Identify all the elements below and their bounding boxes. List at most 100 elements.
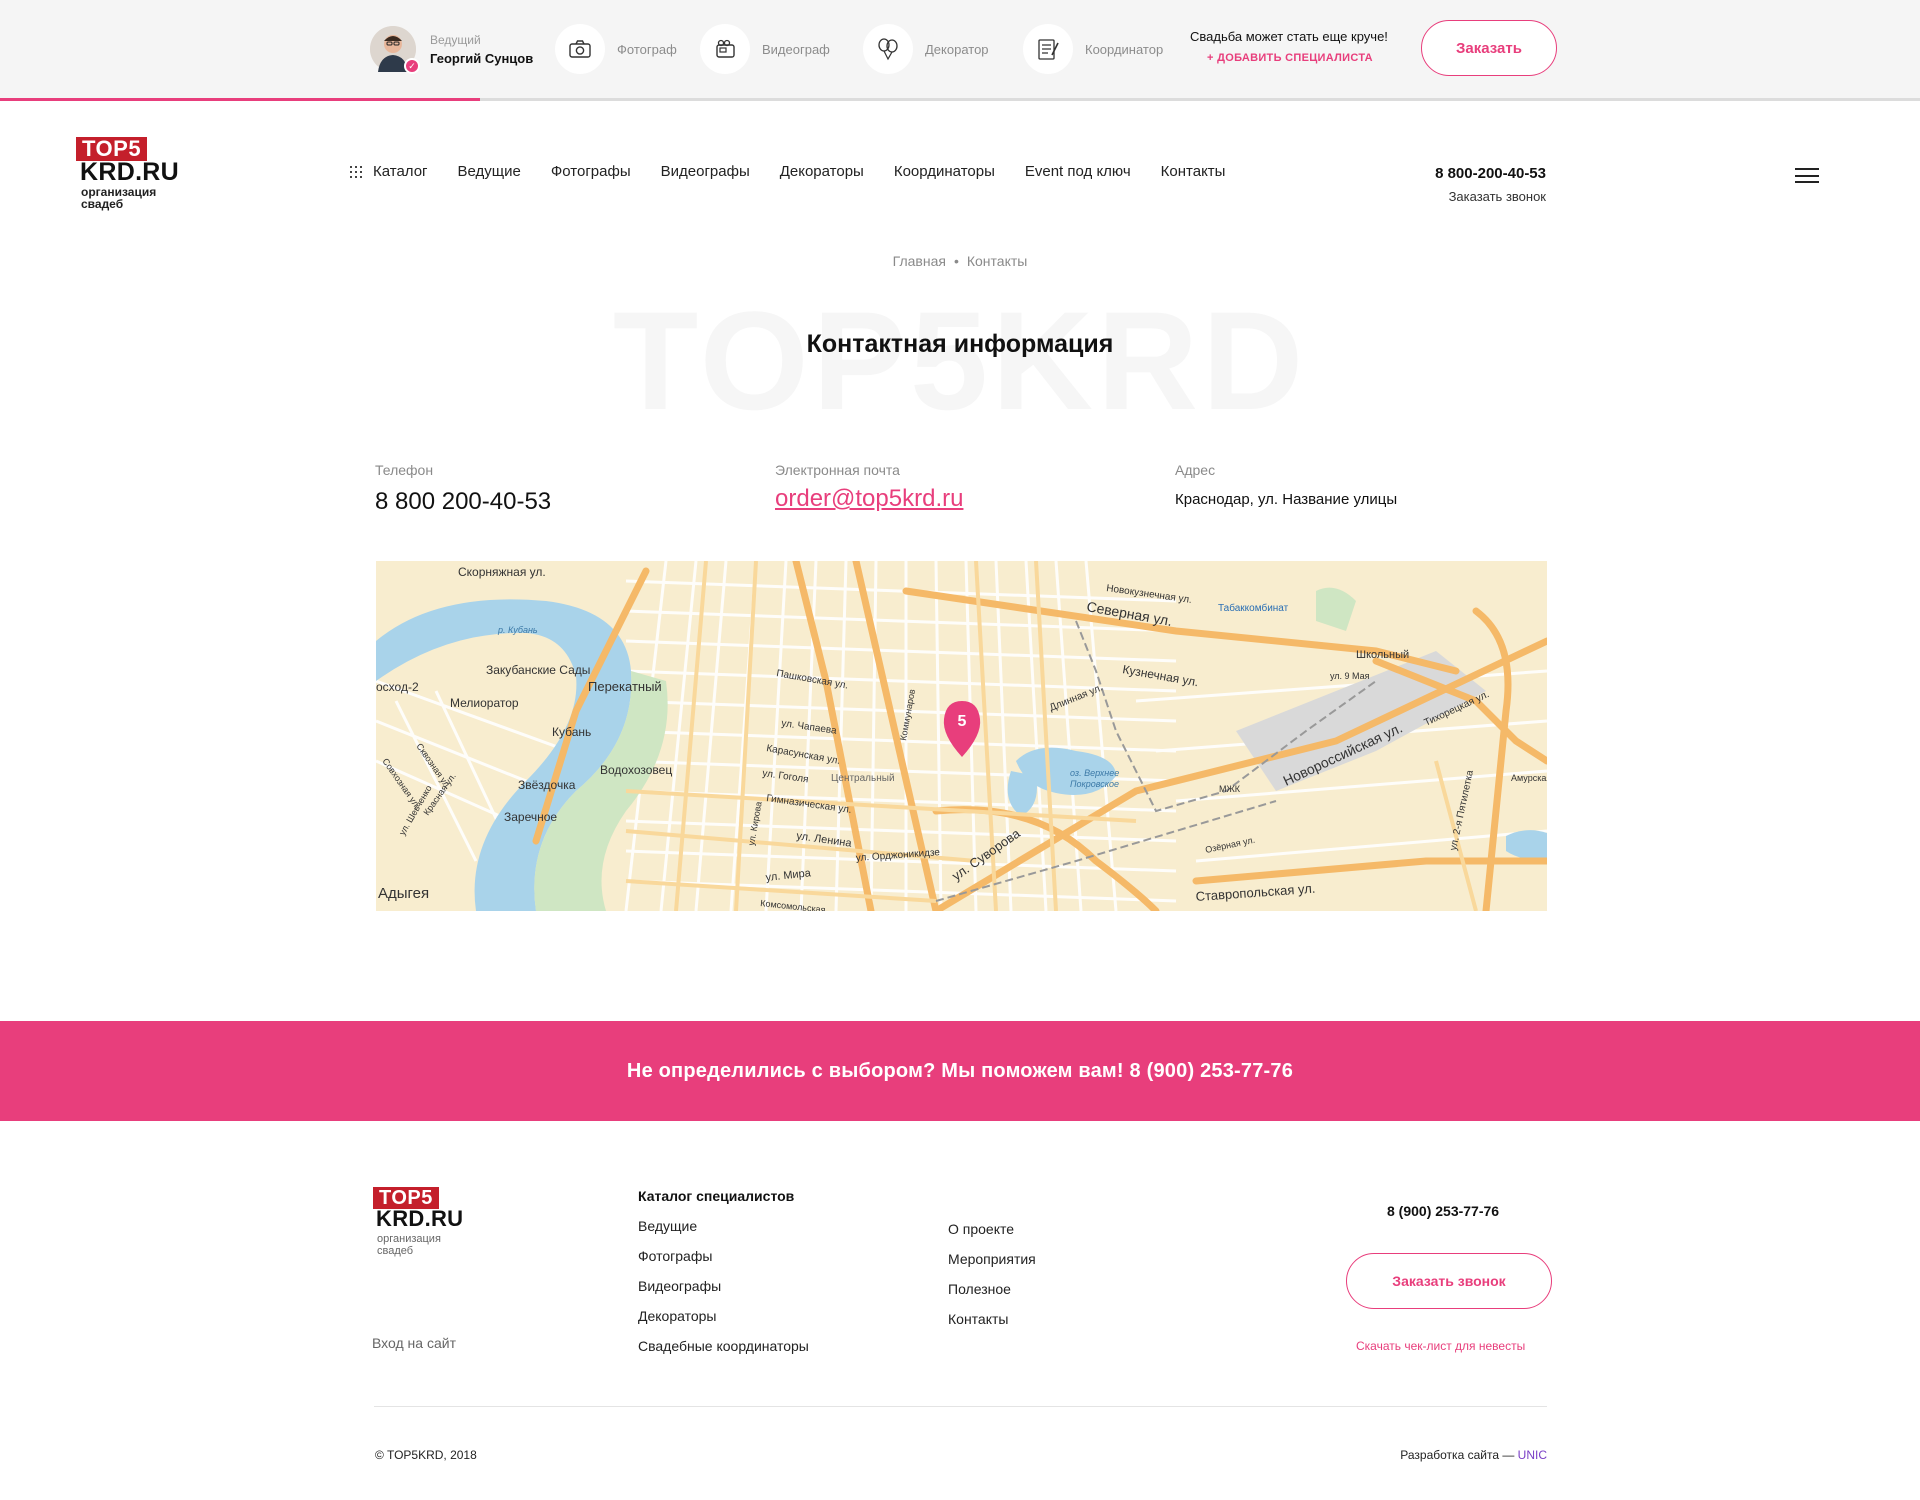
nav-item-videographers[interactable]: Видеографы — [661, 163, 750, 180]
map-label: Комсомольская — [760, 898, 826, 911]
video-camera-icon — [700, 24, 750, 74]
map-label: Закубанские Сады — [486, 663, 590, 677]
map-label: Покровское — [1070, 779, 1119, 789]
host-avatar: ✓ — [370, 26, 420, 74]
host-name: Георгий Сунцов — [430, 50, 534, 66]
nav-item-contacts[interactable]: Контакты — [1161, 163, 1226, 180]
balloons-icon — [863, 24, 913, 74]
grid-icon — [350, 165, 362, 178]
footer-link-events[interactable]: Мероприятия — [948, 1251, 1036, 1267]
menu-icon[interactable] — [1795, 168, 1819, 183]
add-decorator[interactable]: Декоратор — [863, 24, 989, 74]
add-photographer[interactable]: Фотограф — [555, 24, 677, 74]
footer-catalog-title: Каталог специалистов — [638, 1188, 795, 1204]
map-label: Ставропольская ул. — [1195, 881, 1316, 904]
add-specialist-link[interactable]: + ДОБАВИТЬ СПЕЦИАЛИСТА — [1207, 52, 1373, 64]
add-coordinator[interactable]: Координатор — [1023, 24, 1163, 74]
address-label: Адрес — [1175, 462, 1216, 478]
coordinator-label: Координатор — [1085, 41, 1164, 57]
email-label: Электронная почта — [775, 462, 900, 478]
map-label: ул. Мира — [765, 867, 812, 884]
checklist-download-link[interactable]: Скачать чек-лист для невесты — [1356, 1339, 1525, 1353]
add-videographer[interactable]: Видеограф — [700, 24, 830, 74]
map-label: Перекатный — [588, 679, 662, 694]
watermark: TOP5KRD — [612, 282, 1308, 439]
map-label: Кузнечная ул. — [1121, 662, 1199, 689]
notepad-icon — [1023, 24, 1073, 74]
footer-link-contacts[interactable]: Контакты — [948, 1311, 1008, 1327]
footer-logo-main: KRD.RU — [376, 1206, 464, 1231]
check-icon: ✓ — [404, 58, 420, 74]
footer-callback-button[interactable]: Заказать звонок — [1346, 1253, 1552, 1309]
breadcrumb-current: Контакты — [966, 253, 1028, 269]
phone-label: Телефон — [375, 462, 434, 478]
footer-link-coordinators[interactable]: Свадебные координаторы — [638, 1338, 809, 1354]
developer-link[interactable]: UNIC — [1518, 1448, 1547, 1462]
map-label: Скорняжная ул. — [458, 565, 546, 579]
breadcrumb-separator: • — [953, 253, 959, 269]
host-role: Ведущий — [430, 32, 481, 47]
logo-sub-2: свадеб — [81, 197, 124, 211]
map-label: Адыгея — [378, 885, 429, 902]
login-link[interactable]: Вход на сайт — [372, 1335, 456, 1351]
footer-link-about[interactable]: О проекте — [948, 1221, 1014, 1237]
progress-fill — [0, 98, 480, 101]
camera-icon — [555, 24, 605, 74]
map-label: ул. Кирова — [746, 801, 764, 847]
map-label: Озёрная ул. — [1204, 835, 1256, 855]
main-nav: Каталог Ведущие Фотографы Видеографы Дек… — [350, 163, 1255, 180]
nav-item-hosts[interactable]: Ведущие — [458, 163, 521, 180]
nav-item-photographers[interactable]: Фотографы — [551, 163, 631, 180]
map-label: Центральный — [831, 773, 895, 784]
developer-credit: Разработка сайта — UNIC — [1400, 1448, 1547, 1462]
nav-catalog[interactable]: Каталог — [350, 163, 428, 180]
promo-text: Свадьба может стать еще круче! — [1190, 29, 1388, 44]
map-label: Коммунаров — [898, 688, 917, 741]
footer-logo-sub-2: свадеб — [377, 1245, 414, 1257]
order-button[interactable]: Заказать — [1421, 20, 1557, 76]
nav-catalog-label: Каталог — [373, 163, 428, 180]
map-label: Карасунская ул. — [765, 743, 841, 767]
footer-divider — [374, 1406, 1547, 1407]
host-selected[interactable]: ✓ Ведущий Георгий Сунцов — [370, 24, 533, 74]
map-label: оз. Верхнее — [1070, 768, 1119, 778]
map-label: Звёздочка — [518, 778, 576, 792]
footer-link-photographers[interactable]: Фотографы — [638, 1248, 712, 1264]
map-label: Школьный — [1356, 649, 1409, 661]
footer-link-hosts[interactable]: Ведущие — [638, 1218, 697, 1234]
nav-item-coordinators[interactable]: Координаторы — [894, 163, 995, 180]
videographer-label: Видеограф — [762, 41, 830, 57]
header-phone[interactable]: 8 800-200-40-53 — [1435, 165, 1546, 182]
contact-phone[interactable]: 8 800 200-40-53 — [375, 488, 551, 516]
map-label: осход-2 — [376, 680, 419, 694]
footer-phone[interactable]: 8 (900) 253-77-76 — [1387, 1203, 1499, 1219]
contact-email-link[interactable]: order@top5krd.ru — [775, 485, 963, 513]
map-label: Табаккомбинат — [1218, 602, 1289, 614]
footer-logo-sub-1: организация — [377, 1233, 441, 1245]
nav-item-event[interactable]: Event под ключ — [1025, 163, 1131, 180]
map-label: ул. 9 Мая — [1330, 671, 1370, 681]
map-label: р. Кубань — [497, 625, 538, 635]
logo-main: KRD.RU — [80, 158, 180, 186]
copyright: © TOP5KRD, 2018 — [375, 1448, 477, 1462]
footer-link-useful[interactable]: Полезное — [948, 1281, 1011, 1297]
city-map[interactable]: Скорняжная ул. р. Кубань Закубанские Сад… — [376, 561, 1547, 911]
footer-link-videographers[interactable]: Видеографы — [638, 1278, 721, 1294]
breadcrumb-home[interactable]: Главная — [893, 253, 946, 269]
footer-link-decorators[interactable]: Декораторы — [638, 1308, 717, 1324]
help-banner[interactable]: Не определились с выбором? Мы поможем ва… — [0, 1021, 1920, 1121]
header-callback-link[interactable]: Заказать звонок — [1449, 189, 1546, 204]
decorator-label: Декоратор — [925, 41, 989, 57]
map-label: Кубань — [552, 725, 591, 739]
developer-prefix: Разработка сайта — — [1400, 1448, 1518, 1462]
breadcrumb: Главная • Контакты — [0, 253, 1920, 269]
nav-item-decorators[interactable]: Декораторы — [780, 163, 864, 180]
map-label: ул. Гоголя — [762, 768, 810, 785]
map-marker-label: 5 — [958, 713, 967, 730]
map-label: Мелиоратор — [450, 696, 519, 710]
map-label: МЖК — [1219, 784, 1241, 794]
map-label: Водохозовец — [600, 763, 672, 777]
page-title: Контактная информация — [806, 330, 1114, 358]
map-label: Новокузнечная ул. — [1106, 583, 1193, 606]
map-marker[interactable]: 5 — [943, 701, 981, 757]
